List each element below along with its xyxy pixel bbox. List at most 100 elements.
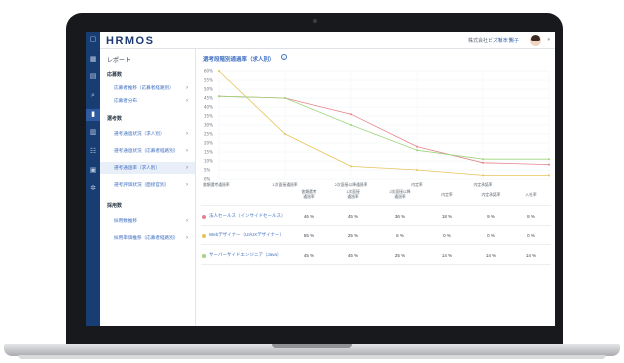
- calendar-icon[interactable]: ▣: [89, 167, 97, 175]
- job-link[interactable]: サーバーサイドエンジニア（Java）: [209, 252, 281, 258]
- table-header-second-interview: 2次面接以降 通過率: [389, 190, 411, 199]
- sidebar-item-applicant-trend[interactable]: 応募者推移（応募者経路別） ›: [100, 82, 195, 94]
- job-link[interactable]: Webデザイナー（UI/UXデザイナー）: [209, 232, 284, 238]
- app-screen: HRMOS 株式会社ビズリーチ 坂本 陽子 ▾ ▢ ▦ ▤ ⌕ ▮ ▥ ☷ ▣ …: [86, 32, 555, 326]
- job-link[interactable]: 法人セールス（インサイドセールス）: [209, 213, 286, 219]
- building-icon[interactable]: ▥: [89, 129, 97, 137]
- table-cell: 14 %: [485, 253, 497, 258]
- menu-icon[interactable]: ▢: [89, 36, 97, 44]
- laptop-notch: [272, 344, 352, 348]
- y-tick-label: 55%: [204, 78, 213, 83]
- table-header-join: 入社率: [525, 193, 537, 197]
- data-point[interactable]: [548, 174, 550, 177]
- sidebar-item-applicant-distribution[interactable]: 応募者分布 ›: [100, 95, 195, 107]
- sidebar-item-pass-status-by-source[interactable]: 選考通過状況（応募者経路別） ›: [100, 145, 195, 157]
- chevron-right-icon: ›: [186, 148, 188, 154]
- chevron-right-icon: ›: [186, 85, 188, 91]
- table-header-offer: 内定率: [441, 193, 453, 197]
- table-header-acceptance: 内定承諾率: [481, 193, 501, 197]
- data-point[interactable]: [548, 158, 550, 161]
- chevron-right-icon: ›: [186, 182, 188, 188]
- sidebar-item-label: 選考通過率（求人別）: [114, 165, 160, 170]
- table-divider: [201, 225, 551, 226]
- sidebar-item-label: 採用単価推移（応募者経路別）: [114, 235, 179, 240]
- table-cell: 45 %: [347, 253, 359, 258]
- y-tick-label: 35%: [204, 114, 213, 119]
- report-sidebar: レポート 応募数 応募者推移（応募者経路別） › 応募者分布 › 選考数 選考通過状…: [100, 49, 196, 326]
- chevron-right-icon: ›: [186, 165, 188, 171]
- series-line: [218, 70, 549, 176]
- table-cell: 45 %: [303, 253, 315, 258]
- x-category-label: 1次面接通過率: [272, 182, 297, 187]
- sidebar-item-label: 選考通過状況（応募者経路別）: [114, 148, 179, 153]
- data-point[interactable]: [548, 163, 550, 166]
- avatar[interactable]: [530, 35, 541, 46]
- y-tick-label: 60%: [204, 69, 213, 74]
- data-point[interactable]: [284, 97, 286, 99]
- table-cell: 36 %: [394, 214, 406, 219]
- sidebar-item-hires-trend[interactable]: 採用数推移 ›: [100, 215, 195, 227]
- pass-rate-line-chart: 0% 5% 10% 15% 20% 25% 30% 35% 40% 45% 50% 55% 60% 書類選…: [203, 69, 550, 187]
- table-cell: 25 %: [394, 253, 406, 258]
- chevron-right-icon: ›: [186, 131, 188, 137]
- data-point[interactable]: [482, 161, 484, 164]
- table-header-first-interview: 1次面接 通過率: [346, 190, 360, 199]
- search-icon[interactable]: ⌕: [89, 92, 97, 100]
- data-point[interactable]: [350, 113, 352, 116]
- app-logo[interactable]: HRMOS: [106, 35, 154, 47]
- x-category-label: 内定承諾率: [474, 182, 493, 187]
- series-color-dot: [202, 234, 206, 238]
- table-cell: 0 %: [443, 233, 451, 238]
- y-tick-label: 25%: [204, 132, 213, 137]
- series-line: [218, 95, 549, 160]
- sidebar-item-pass-status-by-job[interactable]: 選考通過状況（求人別） ›: [100, 128, 195, 140]
- table-cell: 46 %: [303, 214, 315, 219]
- y-tick-label: 20%: [204, 141, 213, 146]
- sidebar-item-evaluation-by-interviewer[interactable]: 選考評価状況（面接官別） ›: [100, 179, 195, 191]
- table-divider: [201, 205, 551, 206]
- table-cell: 14 %: [441, 253, 453, 258]
- table-divider: [201, 244, 551, 245]
- data-point[interactable]: [350, 165, 352, 168]
- table-cell: 0 %: [487, 233, 495, 238]
- user-name-link[interactable]: 坂本 陽子: [498, 37, 519, 44]
- x-category-label: 2次面接以降通過率: [335, 182, 368, 187]
- data-point[interactable]: [482, 174, 484, 177]
- table-cell: 25 %: [347, 233, 359, 238]
- data-point[interactable]: [482, 158, 484, 161]
- report-main: 選考段階別通過率（求人別） i 0% 5% 10% 15% 20% 25% 30% 35% 40…: [197, 49, 555, 326]
- sidebar-item-hire-cost-by-source[interactable]: 採用単価推移（応募者経路別） ›: [100, 232, 195, 244]
- series-color-dot: [202, 254, 206, 258]
- y-tick-label: 5%: [204, 168, 211, 173]
- table-cell: 55 %: [303, 233, 315, 238]
- dashboard-icon[interactable]: ▦: [89, 56, 97, 64]
- y-tick-label: 30%: [204, 123, 213, 128]
- chevron-down-icon[interactable]: ▾: [547, 37, 550, 43]
- series-color-dot: [202, 215, 206, 219]
- data-point[interactable]: [284, 133, 286, 135]
- icon-rail: ▢ ▦ ▤ ⌕ ▮ ▥ ☷ ▣ ✲: [86, 32, 100, 326]
- data-point[interactable]: [218, 95, 220, 98]
- chevron-right-icon: ›: [186, 98, 188, 104]
- laptop-shadow: [18, 355, 606, 359]
- table-cell: 6 %: [396, 233, 404, 238]
- table-cell: 18 %: [441, 214, 453, 219]
- y-tick-label: 40%: [204, 105, 213, 110]
- table-cell: 8 %: [527, 214, 535, 219]
- document-icon[interactable]: ▤: [89, 73, 97, 81]
- sidebar-item-pass-rate-by-job[interactable]: 選考通過率（求人別） ›: [100, 162, 195, 174]
- report-icon[interactable]: ▮: [86, 109, 100, 121]
- sidebar-item-label: 選考評価状況（面接官別）: [114, 182, 170, 187]
- data-point[interactable]: [416, 145, 418, 148]
- data-point[interactable]: [350, 124, 352, 126]
- data-point[interactable]: [416, 169, 418, 171]
- sidebar-item-label: 応募者推移（応募者経路別）: [114, 85, 174, 90]
- y-tick-label: 15%: [204, 150, 213, 155]
- sidebar-item-label: 採用数推移: [114, 218, 137, 223]
- data-point[interactable]: [416, 149, 418, 152]
- sidebar-item-label: 選考通過状況（求人別）: [114, 131, 165, 136]
- people-icon[interactable]: ☷: [89, 148, 97, 156]
- settings-icon[interactable]: ✲: [89, 185, 97, 193]
- data-point[interactable]: [218, 70, 220, 72]
- y-tick-label: 45%: [204, 96, 213, 101]
